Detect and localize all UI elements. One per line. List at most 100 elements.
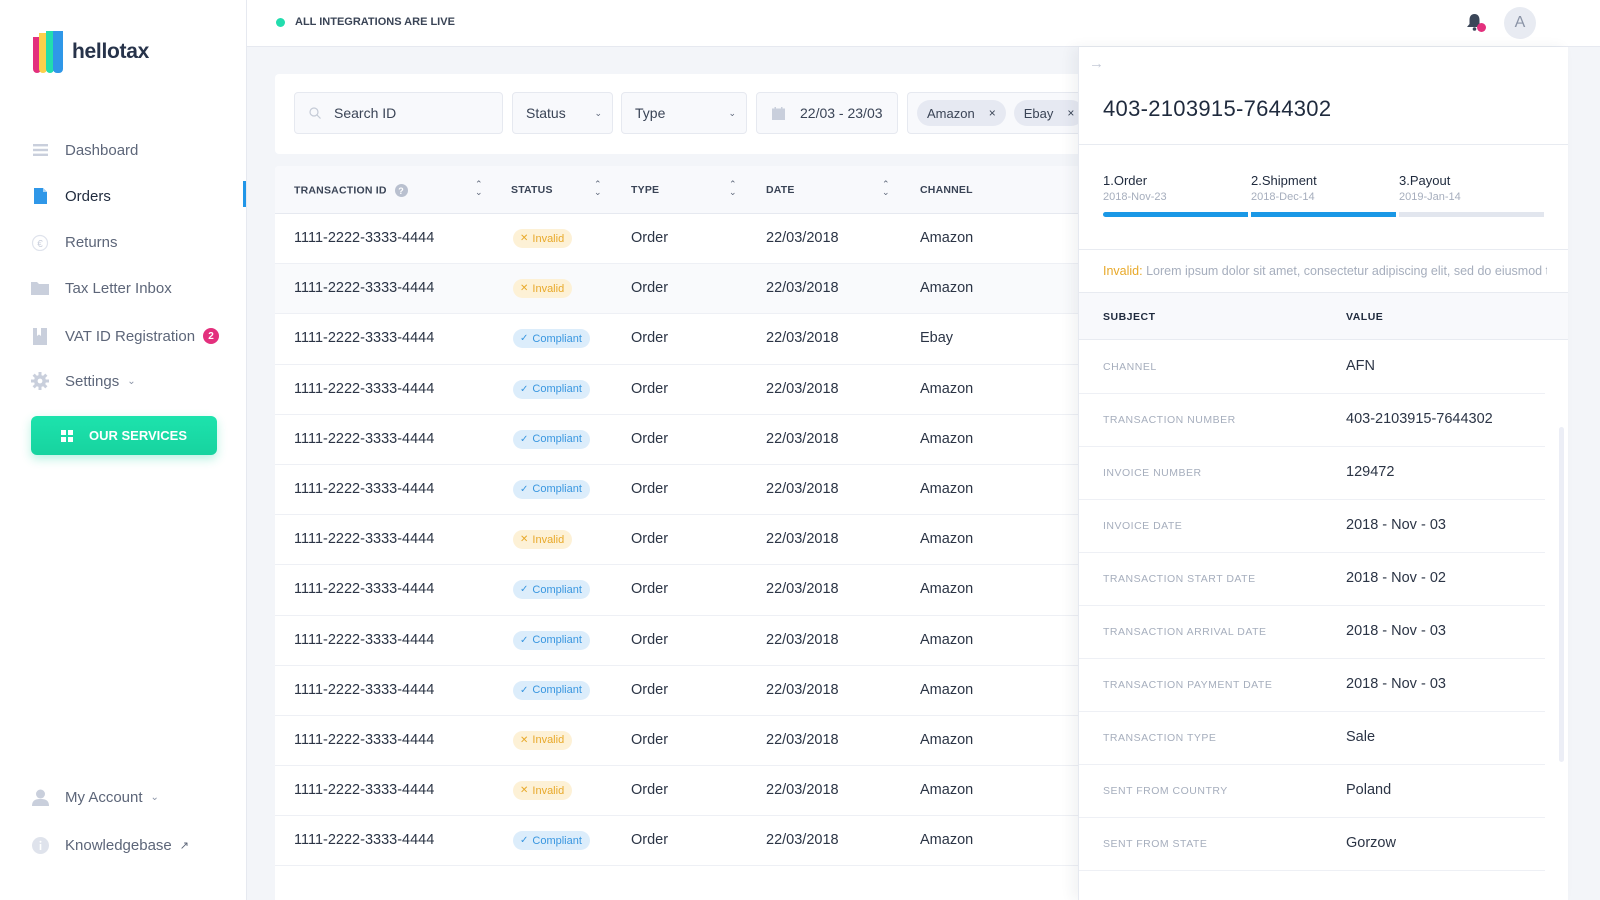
scrollbar[interactable] xyxy=(1559,427,1564,762)
transaction-date: 22/03/2018 xyxy=(766,230,839,246)
transaction-date: 22/03/2018 xyxy=(766,581,839,598)
sidebar-item-knowledgebase[interactable]: Knowledgebase ↗ xyxy=(31,833,189,857)
detail-row: TRANSACTION START DATE 2018 - Nov - 02 xyxy=(1079,553,1545,606)
detail-key: TRANSACTION TYPE xyxy=(1103,732,1217,744)
status-select[interactable]: Status ⌄ xyxy=(512,92,613,134)
column-header-date[interactable]: DATE xyxy=(766,184,795,196)
table-row[interactable]: 1111-2222-3333-4444 ✓ Compliant Order 22/03/… xyxy=(275,616,1105,666)
channel-chip-amazon[interactable]: Amazon × xyxy=(917,100,1006,126)
close-icon[interactable]: × xyxy=(1067,106,1074,120)
transaction-id: 1111-2222-3333-4444 xyxy=(294,681,435,698)
sidebar-item-orders[interactable]: Orders xyxy=(31,184,111,208)
x-icon: ✕ xyxy=(520,734,529,746)
status-badge: ✓ Compliant xyxy=(513,329,590,349)
transaction-channel: Amazon xyxy=(920,731,974,748)
detail-key: SENT FROM STATE xyxy=(1103,838,1208,850)
logo[interactable]: hellotax xyxy=(33,31,149,73)
detail-row: CHANNEL AFN xyxy=(1079,341,1545,394)
status-label: Compliant xyxy=(532,583,582,596)
x-icon: ✕ xyxy=(520,233,529,244)
search-input[interactable]: Search ID xyxy=(294,92,503,134)
transaction-type: Order xyxy=(631,681,669,698)
transaction-type: Order xyxy=(631,430,669,447)
table-row[interactable]: 1111-2222-3333-4444 ✕ Invalid Order 22/03/20… xyxy=(275,766,1105,817)
transaction-channel: Amazon xyxy=(920,230,974,246)
column-header-channel[interactable]: CHANNEL xyxy=(920,184,973,196)
status-label: Invalid xyxy=(532,533,565,546)
step-label: 3.Payout xyxy=(1399,173,1451,188)
value-header: VALUE xyxy=(1346,311,1384,323)
transaction-date: 22/03/2018 xyxy=(766,782,839,799)
column-header-status[interactable]: STATUS xyxy=(511,184,553,196)
channel-chip-ebay[interactable]: Ebay × xyxy=(1013,100,1085,126)
transaction-id: 1111-2222-3333-4444 xyxy=(294,631,435,648)
close-icon[interactable]: × xyxy=(989,106,996,120)
sidebar-item-vat-id-registration[interactable]: VAT ID Registration 2 xyxy=(31,324,220,348)
sort-icon[interactable]: ⌃ ⌄ xyxy=(729,180,737,197)
transaction-channel: Amazon xyxy=(920,782,974,799)
our-services-button[interactable]: OUR SERVICES xyxy=(31,416,217,455)
table-row[interactable]: 1111-2222-3333-4444 ✕ Invalid Order 22/03/20… xyxy=(275,264,1105,315)
table-row[interactable]: 1111-2222-3333-4444 ✕ Invalid Order 22/03/20… xyxy=(275,515,1105,566)
search-placeholder: Search ID xyxy=(334,105,397,121)
transaction-channel: Ebay xyxy=(920,330,954,347)
transaction-id: 1111-2222-3333-4444 xyxy=(294,430,435,447)
column-header-transaction-id[interactable]: TRANSACTION ID? xyxy=(294,184,408,197)
detail-key: TRANSACTION NUMBER xyxy=(1103,414,1236,426)
date-range-picker[interactable]: 22/03 - 23/03 xyxy=(756,92,898,134)
notifications-button[interactable] xyxy=(1466,13,1486,33)
status-label: Compliant xyxy=(532,433,582,446)
invalid-note: Invalid: Lorem ipsum dolor sit amet, con… xyxy=(1103,264,1547,278)
status-badge: ✕ Invalid xyxy=(513,530,573,550)
table-row[interactable]: 1111-2222-3333-4444 ✓ Compliant Order 22/03/… xyxy=(275,565,1105,616)
divider xyxy=(1079,249,1568,250)
sidebar-item-label: My Account xyxy=(65,788,143,806)
type-select-value: Type xyxy=(635,105,666,121)
avatar[interactable]: A xyxy=(1504,7,1536,39)
chevron-down-icon: ⌄ xyxy=(728,107,736,118)
column-header-type[interactable]: TYPE xyxy=(631,184,659,196)
transaction-channel: Amazon xyxy=(920,430,974,447)
type-select[interactable]: Type ⌄ xyxy=(621,92,747,134)
arrow-right-icon[interactable]: → xyxy=(1089,55,1104,72)
transaction-type: Order xyxy=(631,631,669,648)
status-label: Invalid xyxy=(532,232,565,245)
detail-key: SENT FROM COUNTRY xyxy=(1103,785,1228,797)
step-date: 2019-Jan-14 xyxy=(1399,191,1461,203)
help-icon[interactable]: ? xyxy=(394,184,408,197)
transaction-date: 22/03/2018 xyxy=(766,430,839,447)
sort-icon[interactable]: ⌃ ⌄ xyxy=(594,180,602,197)
table-row[interactable]: 1111-2222-3333-4444 ✓ Compliant Order 22/03/… xyxy=(275,314,1105,365)
detail-value: 2018 - Nov - 02 xyxy=(1346,570,1446,586)
status-badge: ✓ Compliant xyxy=(513,379,590,399)
sort-icon[interactable]: ⌃ ⌄ xyxy=(882,180,890,197)
detail-key: INVOICE DATE xyxy=(1103,520,1183,532)
table-row[interactable]: 1111-2222-3333-4444 ✓ Compliant Order 22/03/… xyxy=(275,666,1105,716)
status-badge: ✓ Compliant xyxy=(513,580,590,600)
sidebar-item-returns[interactable]: € Returns xyxy=(31,230,118,254)
sort-icon[interactable]: ⌃ ⌄ xyxy=(475,180,483,197)
sidebar-item-tax-letter-inbox[interactable]: Tax Letter Inbox xyxy=(31,276,172,300)
table-row[interactable]: 1111-2222-3333-4444 ✓ Compliant Order 22/03/… xyxy=(275,415,1105,465)
step-progress-bar xyxy=(1399,212,1544,217)
external-link-icon: ↗ xyxy=(179,839,189,852)
transaction-id: 1111-2222-3333-4444 xyxy=(294,330,435,347)
transaction-type: Order xyxy=(631,531,669,548)
transaction-date: 22/03/2018 xyxy=(766,480,839,497)
table-row[interactable]: 1111-2222-3333-4444 ✓ Compliant Order 22/03/… xyxy=(275,816,1105,867)
status-label: Compliant xyxy=(532,332,582,345)
chevron-down-icon: ⌄ xyxy=(127,375,136,387)
table-row[interactable]: 1111-2222-3333-4444 ✓ Compliant Order 22/03/… xyxy=(275,465,1105,516)
detail-row: SENT FROM STATE Gorzow xyxy=(1079,818,1545,871)
table-row[interactable]: 1111-2222-3333-4444 ✕ Invalid Order 22/03/20… xyxy=(275,214,1105,265)
sidebar-item-settings[interactable]: Settings ⌄ xyxy=(31,369,136,393)
sidebar-item-dashboard[interactable]: Dashboard xyxy=(31,138,138,162)
table-row[interactable]: 1111-2222-3333-4444 ✓ Compliant Order 22/03/… xyxy=(275,365,1105,415)
sidebar-item-my-account[interactable]: My Account ⌄ xyxy=(31,785,159,809)
filter-bar: Search ID Status ⌄ Type ⌄ 22/03 - 23/03 … xyxy=(275,74,1105,154)
table-row[interactable]: 1111-2222-3333-4444 ✕ Invalid Order 22/03/20… xyxy=(275,716,1105,767)
channel-filter[interactable]: Amazon × Ebay × xyxy=(907,92,1105,134)
status-label: Compliant xyxy=(532,684,582,697)
chevron-down-icon: ⌄ xyxy=(150,791,159,803)
check-icon: ✓ xyxy=(520,835,529,847)
